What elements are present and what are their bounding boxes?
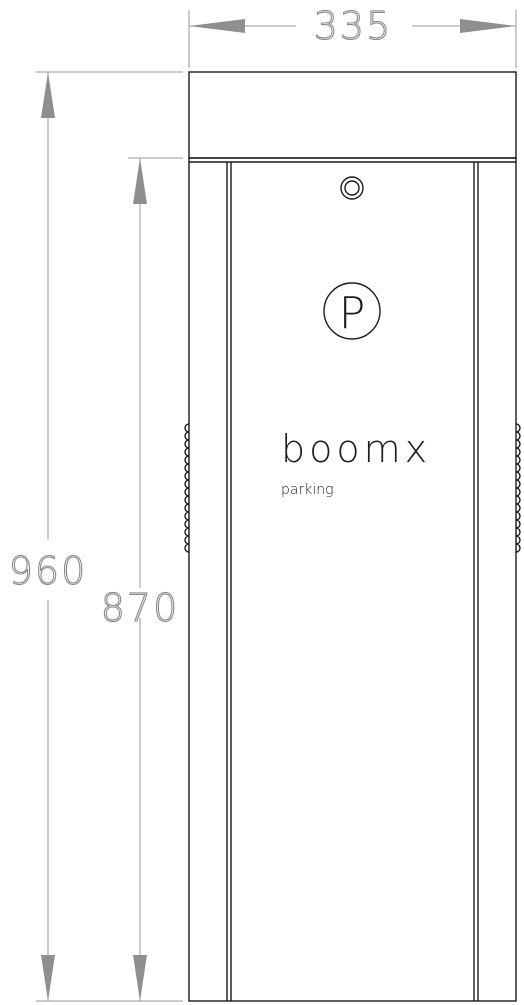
total-height-label: 960 (9, 549, 88, 593)
cabinet-top-cap (188, 71, 517, 159)
width-dimension: 335 (188, 3, 517, 68)
technical-drawing: 335 960 870 P boomx parking (8, 3, 521, 1002)
total-height-dimension: 960 (8, 71, 183, 1002)
total-height-arrow-bottom (41, 955, 55, 1001)
width-dimension-label: 335 (314, 4, 393, 48)
width-arrow-right (460, 19, 516, 33)
body-height-dimension: 870 (100, 157, 183, 1001)
key-lock-icon (340, 176, 364, 200)
body-height-arrow-bottom (133, 955, 147, 1001)
brand-tagline: parking (281, 482, 334, 498)
width-arrow-left (189, 19, 245, 33)
cabinet (184, 71, 521, 1002)
parking-logo: P (323, 282, 381, 340)
parking-logo-letter: P (339, 288, 366, 339)
brand-name: boomx (281, 427, 431, 471)
body-height-arrow-top (133, 158, 147, 204)
total-height-arrow-top (41, 72, 55, 118)
body-height-label: 870 (101, 586, 180, 630)
cabinet-body (188, 157, 517, 1002)
